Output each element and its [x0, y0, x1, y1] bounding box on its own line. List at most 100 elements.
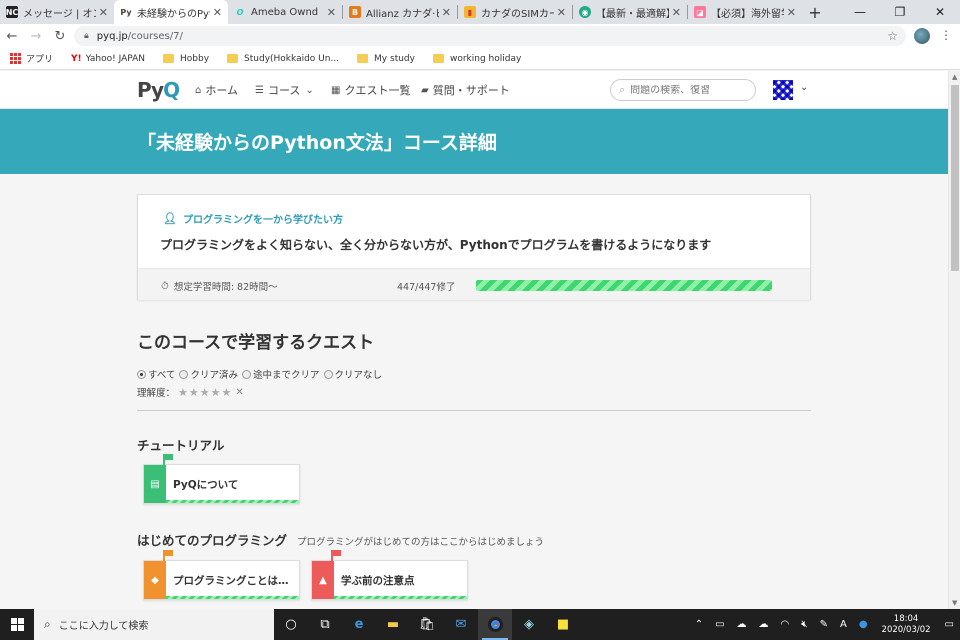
- chat-icon: ▰: [421, 84, 429, 96]
- bookmark-star-icon[interactable]: ☆: [887, 29, 898, 43]
- search-icon: ⌕: [619, 83, 626, 96]
- filter-none[interactable]: クリアなし: [323, 367, 382, 381]
- bookmark-apps[interactable]: アプリ: [10, 52, 53, 65]
- app-tray-icon[interactable]: ●: [859, 619, 868, 630]
- windows-icon: [10, 618, 24, 631]
- list-icon: ☰: [255, 84, 264, 96]
- rating-clear-icon[interactable]: ✕: [235, 387, 243, 398]
- cortana-icon[interactable]: ○: [274, 609, 308, 640]
- start-button[interactable]: [0, 609, 34, 640]
- radio-dot[interactable]: [137, 369, 146, 379]
- star-rating[interactable]: ★★★★★: [178, 386, 232, 399]
- pyq-logo[interactable]: PyQ: [137, 78, 180, 102]
- wifi-icon[interactable]: ◠: [781, 619, 790, 630]
- close-icon[interactable]: ✕: [557, 6, 566, 19]
- radio-dot[interactable]: [323, 369, 333, 379]
- user-avatar[interactable]: [773, 80, 793, 100]
- mute-icon[interactable]: 🔇︎: [801, 619, 807, 630]
- scrollbar-thumb[interactable]: [951, 85, 959, 271]
- page-scrollbar[interactable]: ▲ ▼: [948, 71, 960, 609]
- nav-courses[interactable]: ☰ コース ⌄: [255, 82, 318, 98]
- chevron-down-icon[interactable]: ⌄: [800, 82, 808, 93]
- close-icon[interactable]: ✕: [442, 6, 451, 19]
- restore-icon[interactable]: ❐: [880, 0, 920, 24]
- filter-all[interactable]: すべて: [137, 367, 175, 381]
- site-header: PyQ ⌂ホーム ☰コース⌄ ▦クエスト一覧 ▰質問・サポート ⌕ ⌄: [0, 71, 948, 109]
- globe-icon: ◉: [579, 6, 591, 18]
- browser-tab-5[interactable]: ◉ 【最新・最適解】カナ✕: [573, 0, 687, 24]
- pen-icon[interactable]: ✎: [820, 619, 828, 630]
- close-icon[interactable]: ✕: [213, 6, 222, 19]
- store-icon[interactable]: 🛍︎: [410, 609, 444, 640]
- notes-app-icon[interactable]: ◈: [512, 609, 546, 640]
- onedrive-icon[interactable]: ☁: [737, 619, 747, 630]
- chrome-icon[interactable]: [478, 609, 512, 640]
- quest-card-cautions[interactable]: ▲ 学ぶ前の注意点: [311, 550, 468, 600]
- battery-icon[interactable]: ▭: [715, 619, 724, 630]
- category-title-tutorial: チュートリアル: [137, 438, 225, 453]
- quest-progress-bar: [166, 500, 299, 503]
- b-icon: B: [349, 6, 361, 18]
- minimize-icon[interactable]: —: [840, 0, 880, 24]
- ime-indicator[interactable]: A: [840, 619, 847, 630]
- quest-card-programming-intro[interactable]: ◆ プログラミングことはじめ: [143, 550, 300, 600]
- completion-count: 447/447修了: [397, 282, 456, 293]
- scroll-down-icon[interactable]: ▼: [952, 599, 957, 607]
- close-icon[interactable]: ✕: [327, 6, 336, 19]
- forward-icon[interactable]: →: [24, 29, 48, 44]
- mail-icon[interactable]: ✉: [444, 609, 478, 640]
- profile-avatar-icon[interactable]: [914, 28, 930, 44]
- browser-tab-2[interactable]: O Ameba Ownd ✕: [228, 0, 342, 24]
- close-icon[interactable]: ✕: [672, 6, 681, 19]
- ameba-icon: O: [236, 7, 244, 17]
- nav-quest-list[interactable]: ▦ クエスト一覧: [331, 82, 410, 98]
- quest-title: 学ぶ前の注意点: [341, 575, 415, 587]
- back-icon[interactable]: ←: [0, 29, 24, 44]
- bookmark-yahoo[interactable]: Y! Yahoo! JAPAN: [71, 54, 145, 64]
- task-view-icon[interactable]: ⧉: [308, 609, 342, 640]
- search-input[interactable]: [630, 84, 741, 96]
- onedrive-cloud-icon[interactable]: ☁: [759, 619, 769, 630]
- chevron-up-icon[interactable]: ⌃: [695, 619, 703, 630]
- person-icon: 👤︎: [163, 212, 177, 225]
- kebab-menu-icon[interactable]: ⋮: [940, 28, 952, 42]
- id-card-icon: ▤: [144, 465, 166, 503]
- grid-icon: ▦: [331, 84, 341, 96]
- quest-card-pyq-about[interactable]: ▤ PyQについて: [143, 454, 300, 504]
- radio-dot[interactable]: [241, 369, 251, 379]
- edge-icon[interactable]: e: [342, 609, 376, 640]
- close-icon[interactable]: ✕: [787, 6, 796, 19]
- nav-home[interactable]: ⌂ ホーム: [195, 82, 238, 98]
- notification-icon[interactable]: ▭: [945, 619, 954, 630]
- bookmark-hobby[interactable]: Hobby: [163, 54, 209, 64]
- taskbar-search[interactable]: ⌕ ここに入力して検索: [34, 609, 274, 640]
- close-window-icon[interactable]: ✕: [920, 0, 960, 24]
- radio-dot[interactable]: [179, 369, 189, 379]
- filter-partial[interactable]: 途中までクリア: [241, 367, 320, 381]
- browser-tab-1[interactable]: Py 未経験からのPython✕: [114, 0, 228, 24]
- pyq-icon: Py: [120, 7, 132, 17]
- browser-tab-3[interactable]: B Allianz カナダ·ビジ✕: [343, 0, 457, 24]
- nc-icon: NC: [5, 6, 19, 18]
- browser-tab-4[interactable]: ▮ カナダのSIMカードな✕: [458, 0, 572, 24]
- page-hero: 「未経験からのPython文法」コース詳細: [0, 109, 948, 174]
- scroll-up-icon[interactable]: ▲: [952, 73, 957, 81]
- search-box[interactable]: ⌕: [610, 79, 756, 101]
- close-icon[interactable]: ✕: [99, 6, 108, 19]
- reload-icon[interactable]: ↻: [48, 29, 72, 44]
- filter-cleared[interactable]: クリア済み: [179, 367, 238, 381]
- address-bar[interactable]: 🔒︎ pyq.jp/courses/7/ ☆: [74, 26, 906, 46]
- nav-support[interactable]: ▰ 質問・サポート: [421, 82, 510, 98]
- sticky-notes-icon[interactable]: ■: [546, 609, 580, 640]
- browser-tab-0[interactable]: NC メッセージ | オンライン✕: [0, 0, 114, 24]
- bookmark-working-holiday[interactable]: working holiday: [432, 54, 521, 64]
- bookmark-study[interactable]: Study(Hokkaido Un...: [227, 54, 339, 64]
- browser-tab-6[interactable]: ◪ 【必須】海外留学や✕: [688, 0, 802, 24]
- section-title: このコースで学習するクエスト: [137, 333, 375, 353]
- file-explorer-icon[interactable]: ▬: [376, 609, 410, 640]
- photo-icon: ◪: [694, 6, 706, 18]
- url-path: /courses/7/: [127, 30, 183, 42]
- taskbar-clock[interactable]: 18:04 2020/03/02: [882, 614, 931, 636]
- bookmark-my-study[interactable]: My study: [357, 54, 415, 64]
- new-tab-button[interactable]: +: [802, 0, 828, 24]
